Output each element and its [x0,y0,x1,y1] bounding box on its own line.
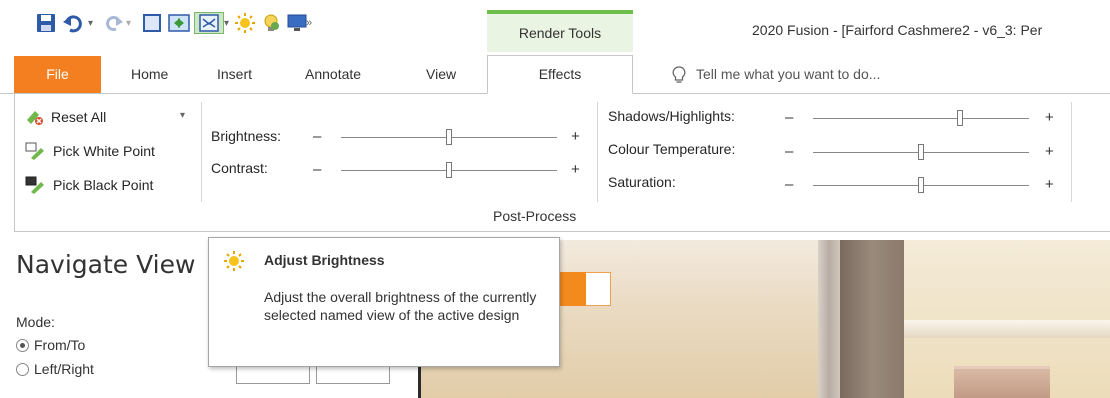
saturation-slider[interactable]: – + [785,176,1057,194]
colour-temp-thumb[interactable] [918,144,924,160]
tell-me-search[interactable]: Tell me what you want to do... [672,56,880,93]
window-title: 2020 Fusion - [Fairford Cashmere2 - v6_3… [752,22,1043,38]
effects-ribbon: Reset All ▾ Pick White Point Pick Black … [14,94,1110,232]
pick-black-point-button[interactable]: Pick Black Point [25,176,153,194]
mode-label: Mode: [16,314,55,330]
tooltip-body: Adjust the overall brightness of the cur… [264,289,537,323]
more-icon[interactable]: » [306,12,312,34]
reset-all-button[interactable]: Reset All [25,108,106,126]
tab-home[interactable]: Home [131,56,168,93]
mode-option-label: From/To [34,337,86,353]
navigate-view-title: Navigate View [16,250,196,279]
render-icon[interactable] [194,12,224,34]
mode-left-right-radio[interactable]: Left/Right [16,361,94,377]
tab-effects[interactable]: Effects [487,55,633,94]
lightbulb-outline-icon [672,65,686,83]
mode-from-to-radio[interactable]: From/To [16,337,85,353]
saturation-increase-icon[interactable]: + [1045,176,1054,194]
ribbon-separator [597,102,598,202]
tell-me-placeholder: Tell me what you want to do... [696,66,881,82]
tab-file[interactable]: File [14,56,101,93]
pick-white-point-label: Pick White Point [53,143,155,159]
tab-insert[interactable]: Insert [217,56,252,93]
white-point-picker-icon [25,142,44,160]
brightness-thumb[interactable] [446,129,452,145]
undo-icon[interactable] [62,12,84,34]
tab-view[interactable]: View [426,56,456,93]
radio-unselected-icon [16,362,29,376]
post-process-group-label: Post-Process [493,208,577,224]
contrast-label: Contrast: [211,160,268,176]
view-indicator[interactable] [558,272,611,306]
reset-all-dropdown-icon[interactable]: ▾ [180,110,185,121]
redo-icon[interactable] [104,12,124,34]
contrast-thumb[interactable] [446,162,452,178]
brightness-increase-icon[interactable]: + [571,128,580,146]
pick-black-point-label: Pick Black Point [53,177,154,193]
brightness-slider[interactable]: – + [313,128,585,146]
mode-option-label: Left/Right [34,361,94,377]
scene-cabinet [954,366,1050,398]
contrast-increase-icon[interactable]: + [571,161,580,179]
saturation-thumb[interactable] [918,177,924,193]
reset-all-label: Reset All [51,109,107,125]
render-dropdown-icon[interactable]: ▾ [224,12,229,34]
scene-pillar [818,240,840,398]
ribbon-separator [1071,102,1072,202]
lightbulb-icon[interactable] [260,12,282,34]
brightness-label: Brightness: [211,128,282,144]
colour-temp-increase-icon[interactable]: + [1045,143,1054,161]
tab-annotate[interactable]: Annotate [305,56,361,93]
saturation-label: Saturation: [608,174,676,190]
colour-temperature-slider[interactable]: – + [785,143,1057,161]
pick-white-point-button[interactable]: Pick White Point [25,142,155,160]
radio-selected-icon [16,338,29,352]
reset-all-icon [27,111,43,125]
scene-cornice [904,320,1110,338]
shadows-highlights-label: Shadows/Highlights: [608,108,735,124]
undo-dropdown-icon[interactable]: ▾ [88,12,93,34]
redo-dropdown-icon[interactable]: ▾ [126,12,131,34]
black-point-picker-icon [25,176,44,194]
ribbon-tabs: File Home Insert Annotate View Effects T… [0,55,1110,94]
window-icon[interactable] [142,12,162,34]
saturation-decrease-icon[interactable]: – [785,176,793,194]
shadows-thumb[interactable] [956,110,963,126]
shadows-decrease-icon[interactable]: – [785,109,793,127]
colour-temp-decrease-icon[interactable]: – [785,143,793,161]
render-tools-label: Render Tools [518,25,602,41]
brightness-icon [223,250,245,275]
brightness-decrease-icon[interactable]: – [313,128,321,146]
scene-pillar [840,240,904,398]
render-tools-context-tab: Render Tools [487,10,633,52]
shadows-highlights-slider[interactable]: – + [785,109,1057,127]
tooltip-title: Adjust Brightness [264,252,385,268]
brightness-icon[interactable] [234,12,256,34]
ribbon-separator [201,102,202,202]
contrast-slider[interactable]: – + [313,161,585,179]
shadows-track [813,118,1029,119]
adjust-brightness-tooltip: Adjust Brightness Adjust the overall bri… [208,237,560,367]
view-switch-icon[interactable] [168,12,190,34]
save-icon[interactable] [36,12,56,34]
contrast-decrease-icon[interactable]: – [313,161,321,179]
shadows-increase-icon[interactable]: + [1045,109,1054,127]
colour-temperature-label: Colour Temperature: [608,141,736,157]
monitor-icon[interactable] [286,12,308,34]
